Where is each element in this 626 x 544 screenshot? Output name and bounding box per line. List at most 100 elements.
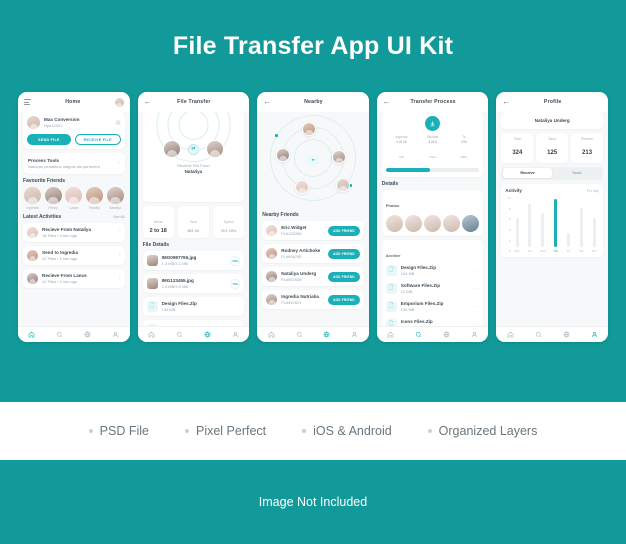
activity-row[interactable]: Recieve From Nataliya 18 Files • 3 min a… — [23, 222, 125, 242]
friend-item[interactable]: Nataliya — [106, 186, 124, 210]
see-all-link[interactable]: See All — [113, 215, 124, 219]
transfer-icon[interactable] — [443, 331, 450, 338]
file-row[interactable]: 🗋 Design Files.Zip 134 MB — [142, 297, 245, 316]
nearby-friend-row[interactable]: Eric Widget FL#123456 ADD FRIEND — [262, 221, 364, 240]
nearby-avatar[interactable] — [336, 178, 351, 192]
chart-bar-column[interactable]: Sun — [589, 197, 599, 253]
search-icon[interactable] — [535, 331, 542, 338]
stat-label: To — [462, 135, 466, 139]
tab-send[interactable]: Send — [552, 168, 601, 178]
process-stat-speed: To 130 MB/s — [448, 135, 479, 163]
chart-x-tick: Wed — [539, 248, 546, 253]
chart-y-tick: 10 — [507, 195, 511, 200]
transfer-icon[interactable] — [204, 331, 211, 338]
activity-row[interactable]: Recieve From Lance 12 Files • 2 min ago … — [23, 268, 125, 288]
add-friend-button[interactable]: ADD FRIEND — [328, 294, 360, 305]
add-friend-button[interactable]: ADD FRIEND — [328, 225, 360, 236]
send-file-button[interactable]: SEND FILE — [27, 134, 71, 145]
friend-name: Lance — [69, 205, 79, 210]
profile-icon[interactable] — [471, 331, 478, 338]
back-arrow-icon[interactable]: ← — [383, 98, 391, 106]
archive-row[interactable]: 🗋 Emporium Files.Zip 134 MB ⋯ — [382, 298, 484, 316]
chart-bar-column[interactable]: Fri — [564, 197, 574, 253]
feature-label: PSD File — [99, 424, 149, 438]
chart-y-tick: 2 — [508, 238, 511, 243]
add-friend-button[interactable]: ADD FRIEND — [328, 248, 360, 259]
chart-bar-column[interactable]: Wed — [538, 197, 548, 253]
activity-title: Activity — [505, 187, 522, 193]
file-row[interactable]: IMG0987765.jpg 1.4 MB/3.1 MB 59% — [142, 251, 245, 270]
search-icon[interactable] — [176, 331, 183, 338]
qr-icon[interactable]: ▤ — [116, 120, 121, 126]
chart-bar-column[interactable]: Thu — [551, 197, 561, 253]
more-options-icon[interactable]: ⋯ — [474, 286, 480, 292]
header-avatar[interactable] — [114, 97, 124, 107]
photo-thumbnail[interactable] — [423, 214, 441, 232]
search-icon[interactable] — [56, 331, 63, 338]
tab-receive[interactable]: Receive — [502, 168, 553, 179]
archive-row[interactable]: 🗋 Design Files.Zip 134 MB ⋯ — [382, 262, 484, 280]
transfer-icon[interactable] — [84, 331, 91, 338]
hamburger-menu-icon[interactable] — [24, 99, 32, 105]
nearby-radar: ⌖ — [262, 112, 364, 208]
profile-icon[interactable] — [232, 331, 239, 338]
phone-screen-transfer-process: ← Transfer Process Ingredia 4 of 16 GB M… — [376, 92, 489, 342]
progress-bar-track — [385, 168, 480, 172]
transfer-icon[interactable] — [563, 331, 570, 338]
home-icon[interactable] — [28, 331, 35, 338]
add-friend-button[interactable]: ADD FRIEND — [328, 271, 360, 282]
profile-icon[interactable] — [591, 331, 598, 338]
bluetooth-icon[interactable]: ⌖ — [306, 153, 320, 167]
activity-avatar — [27, 272, 39, 284]
friend-item[interactable]: Parsley — [85, 186, 103, 210]
more-options-icon[interactable]: ⋯ — [474, 268, 480, 274]
chart-bar-column[interactable]: Tue — [525, 197, 535, 253]
nearby-friend-row[interactable]: Rodney Artichoke FL#908765 ADD FRIEND — [262, 244, 364, 263]
phone-screen-nearby: ← Nearby ⌖ Nearby Friends Eric Widget FL… — [257, 92, 369, 342]
profile-icon[interactable] — [351, 331, 358, 338]
friend-item[interactable]: Lance — [65, 186, 83, 210]
photo-thumbnail[interactable] — [442, 214, 460, 232]
chevron-right-icon: › — [118, 275, 121, 282]
chart-bar — [579, 208, 583, 247]
user-card[interactable]: Max Conversion Hy#12341 ▤ SEND FILE RECE… — [23, 112, 125, 149]
home-icon[interactable] — [387, 331, 394, 338]
search-icon[interactable] — [296, 331, 303, 338]
home-icon[interactable] — [507, 331, 514, 338]
process-tools-card[interactable]: Process Tools Natoque penatibus magnis d… — [23, 153, 125, 174]
transfer-direction-icon: ⇄ — [187, 143, 199, 155]
bottom-nav-profile — [496, 326, 608, 342]
file-transfer-header: ← File Transfer — [137, 92, 250, 112]
home-icon[interactable] — [148, 331, 155, 338]
search-icon[interactable] — [415, 331, 422, 338]
home-icon[interactable] — [268, 331, 275, 338]
chart-x-tick: Thu — [553, 248, 559, 253]
back-arrow-icon[interactable]: ← — [144, 98, 152, 106]
friend-item[interactable]: Penny — [44, 186, 62, 210]
stat-unit: MB/s — [460, 155, 468, 159]
activity-row[interactable]: Send to Ingredia 22 Files • 1 min ago › — [23, 245, 125, 265]
photo-thumbnail[interactable] — [461, 214, 479, 232]
chart-bar-column[interactable]: Sat — [577, 197, 587, 253]
back-arrow-icon[interactable]: ← — [502, 98, 510, 106]
back-arrow-icon[interactable]: ← — [263, 98, 271, 106]
receive-file-button[interactable]: RECEIVE FILE — [74, 134, 121, 145]
friend-item[interactable]: Ingredia — [24, 186, 42, 210]
feature-label: Pixel Perfect — [195, 424, 267, 438]
chart-bar-column[interactable]: Mon — [512, 197, 522, 253]
transfer-icon[interactable] — [323, 331, 330, 338]
nearby-friend-avatar — [266, 225, 278, 236]
zip-file-icon: 🗋 — [385, 319, 397, 326]
profile-icon[interactable] — [112, 331, 119, 338]
nearby-friend-row[interactable]: Nataliya Underg FL#567826 ADD FRIEND — [262, 267, 364, 286]
archive-row[interactable]: 🗋 Software Files.Zip 12 MB ⋯ — [382, 280, 484, 298]
chart-bar — [541, 213, 545, 247]
photo-thumbnail[interactable] — [404, 214, 422, 232]
file-row[interactable]: IMG123455.jpg 2.4 MB/3.9 MB 76% — [142, 274, 245, 293]
nearby-friend-row[interactable]: Ingredia Nutriaha FL#447821 ADD FRIEND — [262, 290, 364, 309]
stat-label: Send — [548, 136, 557, 141]
photo-thumbnail[interactable] — [385, 214, 403, 232]
more-options-icon[interactable]: ⋯ — [474, 304, 480, 310]
footer-band: Image Not Included — [0, 460, 626, 544]
archive-row[interactable]: 🗋 Icons Files.Zip 134 MB ⋯ — [382, 316, 484, 326]
